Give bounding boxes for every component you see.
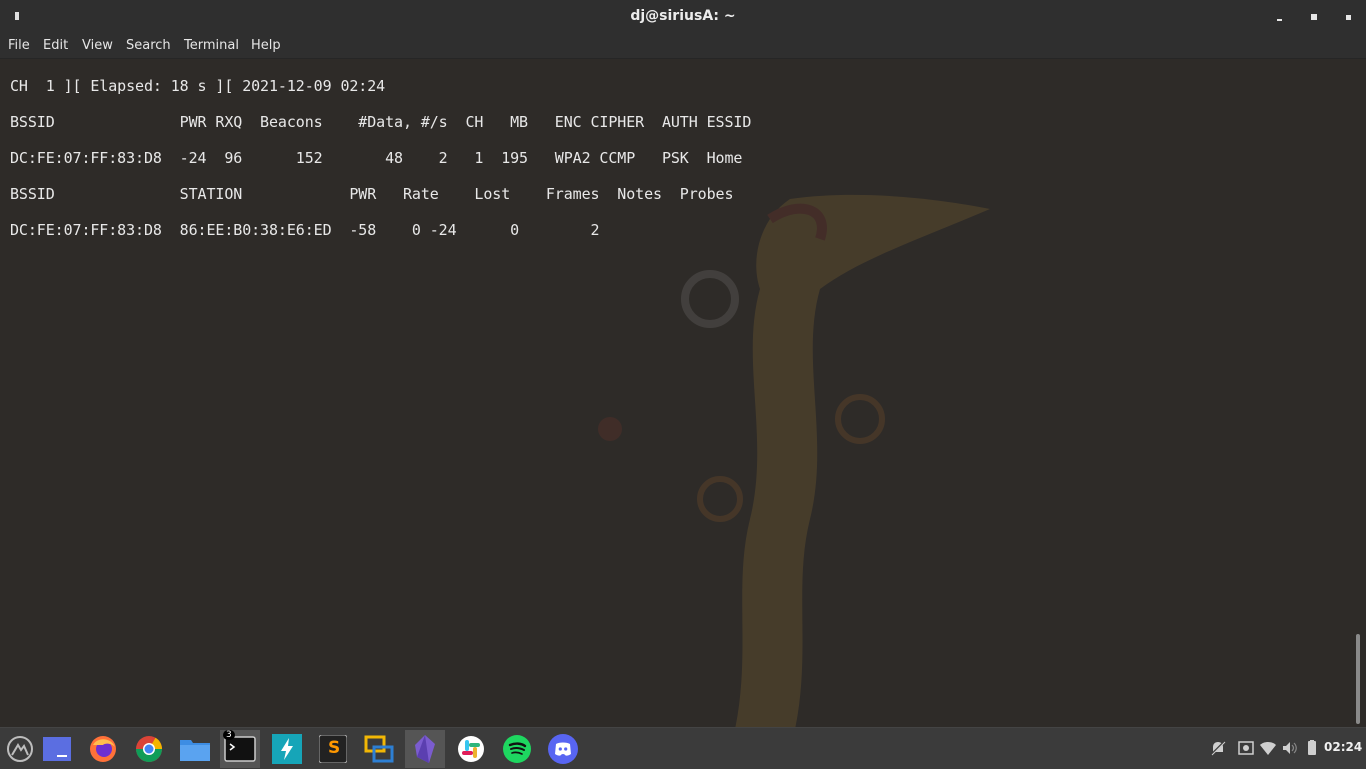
menu-view[interactable]: View bbox=[82, 38, 113, 53]
ap-table-header: BSSID PWR RXQ Beacons #Data, #/s CH MB E… bbox=[10, 113, 752, 131]
wallpaper-bird-icon bbox=[598, 194, 990, 727]
minimize-icon bbox=[1277, 19, 1282, 21]
menu-icon bbox=[7, 736, 33, 762]
menu-help[interactable]: Help bbox=[251, 38, 281, 53]
bolt-app-button[interactable] bbox=[267, 730, 307, 768]
firefox-icon bbox=[90, 736, 116, 762]
scrollbar[interactable] bbox=[1356, 634, 1360, 724]
virtualbox-button[interactable] bbox=[359, 730, 399, 768]
wifi-icon[interactable] bbox=[1260, 740, 1276, 756]
sublime-letter: S bbox=[328, 738, 341, 758]
slack-icon bbox=[458, 736, 484, 762]
chrome-icon bbox=[136, 736, 162, 762]
virtualbox-icon bbox=[364, 735, 394, 763]
menu-terminal[interactable]: Terminal bbox=[184, 38, 239, 53]
status-line: CH 1 ][ Elapsed: 18 s ][ 2021-12-09 02:2… bbox=[10, 77, 386, 95]
taskbar: 3 S 02:24 bbox=[0, 727, 1366, 769]
sublime-button[interactable]: S bbox=[313, 730, 353, 768]
spotify-icon bbox=[503, 735, 531, 763]
crystal-icon bbox=[415, 735, 435, 763]
app-menu-button[interactable] bbox=[0, 730, 40, 768]
bolt-icon bbox=[272, 734, 302, 764]
menu-edit[interactable]: Edit bbox=[43, 38, 68, 53]
files-button[interactable] bbox=[175, 730, 215, 768]
screenshot-icon[interactable] bbox=[1238, 740, 1254, 756]
desktop-icon bbox=[43, 737, 71, 761]
maximize-button[interactable] bbox=[1306, 9, 1322, 25]
spotify-button[interactable] bbox=[497, 730, 537, 768]
files-icon bbox=[180, 740, 210, 761]
minimize-button[interactable] bbox=[1272, 9, 1288, 25]
close-icon bbox=[1346, 15, 1351, 20]
notifications-off-icon[interactable] bbox=[1210, 740, 1226, 756]
battery-icon[interactable] bbox=[1304, 740, 1320, 756]
volume-icon[interactable] bbox=[1282, 740, 1298, 756]
terminal-badge: 3 bbox=[223, 730, 235, 740]
menu-search[interactable]: Search bbox=[126, 38, 171, 53]
title-bar: dj@siriusA: ~ bbox=[0, 0, 1366, 34]
chrome-button[interactable] bbox=[129, 730, 169, 768]
discord-icon bbox=[548, 734, 578, 764]
ap-table-row: DC:FE:07:FF:83:D8 -24 96 152 48 2 1 195 … bbox=[10, 149, 743, 167]
menu-bar: File Edit View Search Terminal Help bbox=[0, 34, 1366, 59]
firefox-button[interactable] bbox=[83, 730, 123, 768]
crystal-app-button[interactable] bbox=[405, 730, 445, 768]
terminal-output[interactable]: CH 1 ][ Elapsed: 18 s ][ 2021-12-09 02:2… bbox=[0, 59, 1366, 727]
desktop-button[interactable] bbox=[37, 730, 77, 768]
close-button[interactable] bbox=[1340, 9, 1356, 25]
terminal-button[interactable]: 3 bbox=[220, 730, 260, 768]
menu-file[interactable]: File bbox=[8, 38, 30, 53]
clock[interactable]: 02:24 bbox=[1324, 740, 1362, 754]
slack-button[interactable] bbox=[451, 730, 491, 768]
window-title: dj@siriusA: ~ bbox=[630, 8, 736, 24]
station-table-row: DC:FE:07:FF:83:D8 86:EE:B0:38:E6:ED -58 … bbox=[10, 221, 600, 239]
discord-button[interactable] bbox=[543, 730, 583, 768]
maximize-icon bbox=[1311, 14, 1317, 20]
station-table-header: BSSID STATION PWR Rate Lost Frames Notes… bbox=[10, 185, 734, 203]
